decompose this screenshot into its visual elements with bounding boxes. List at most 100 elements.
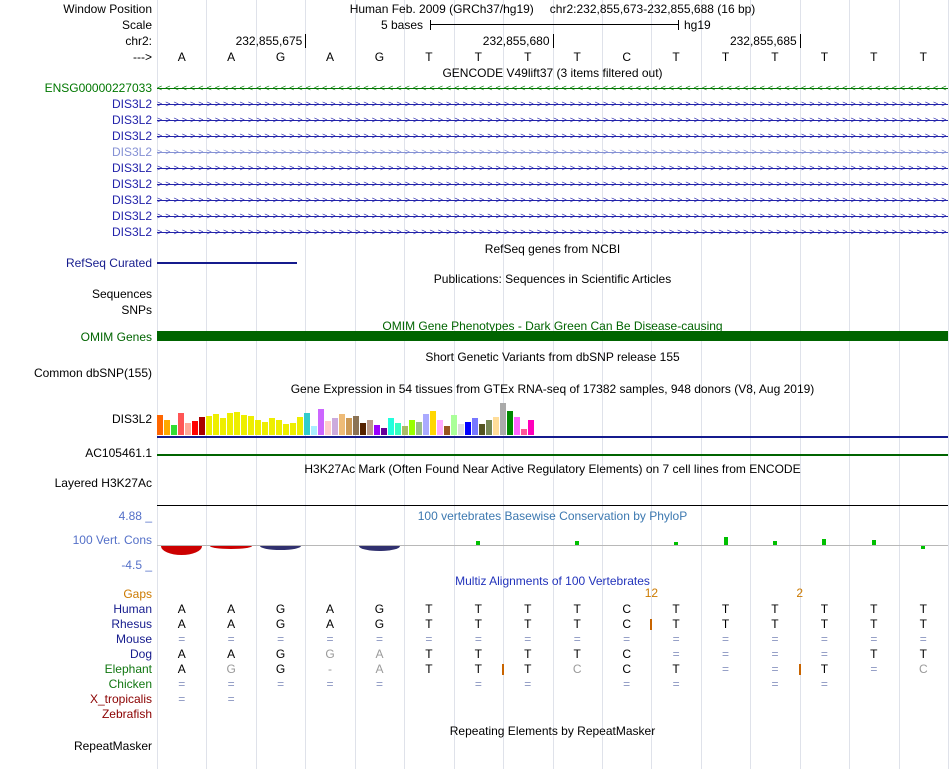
gene-track-label[interactable]: DIS3L2 [0, 224, 152, 240]
alignment-base: T [474, 662, 483, 676]
alignment-base: T [524, 647, 532, 661]
gene-model-row[interactable]: >>>>>>>>>>>>>>>>>>>>>>>>>>>>>>>>>>>>>>>>… [157, 208, 948, 224]
ac105461-item[interactable] [157, 454, 948, 456]
gene-track-label[interactable]: DIS3L2 [0, 176, 152, 192]
alignment-insert-tick [502, 664, 505, 675]
alignment-base: = [178, 677, 186, 691]
sequence-base: T [721, 50, 730, 64]
sequence-base: T [672, 50, 680, 64]
gene-model-row[interactable]: >>>>>>>>>>>>>>>>>>>>>>>>>>>>>>>>>>>>>>>>… [157, 192, 948, 208]
conservation-label[interactable]: 100 Vert. Cons [0, 532, 152, 548]
gene-model-row[interactable]: >>>>>>>>>>>>>>>>>>>>>>>>>>>>>>>>>>>>>>>>… [157, 176, 948, 192]
gene-track-label[interactable]: DIS3L2 [0, 192, 152, 208]
species-label-x_tropicalis[interactable]: X_tropicalis [0, 692, 152, 707]
alignment-base: T [721, 617, 730, 631]
omim-genes-label[interactable]: OMIM Genes [0, 329, 152, 345]
gtex-tissue-bar [248, 416, 254, 435]
sequence-base: T [870, 50, 878, 64]
alignment-base: G [275, 647, 286, 661]
gene-model-row[interactable]: >>>>>>>>>>>>>>>>>>>>>>>>>>>>>>>>>>>>>>>>… [157, 128, 948, 144]
gtex-tissue-bar [206, 416, 212, 435]
gtex-tissue-bar [227, 413, 233, 435]
gene-track-label[interactable]: ENSG00000227033 [0, 80, 152, 96]
right-strand-chevrons: >>>>>>>>>>>>>>>>>>>>>>>>>>>>>>>>>>>>>>>>… [157, 195, 948, 205]
conservation-positive-bar [723, 537, 728, 545]
gtex-gene-label[interactable]: DIS3L2 [0, 411, 152, 427]
sequences-label[interactable]: Sequences [0, 286, 152, 302]
gene-track-label[interactable]: DIS3L2 [0, 160, 152, 176]
conservation-track-title[interactable]: 100 vertebrates Basewise Conservation by… [157, 508, 948, 524]
alignment-base: T [524, 602, 532, 616]
multiz-track-title[interactable]: Multiz Alignments of 100 Vertebrates [157, 573, 948, 589]
repeatmasker-track-title[interactable]: Repeating Elements by RepeatMasker [157, 723, 948, 739]
gtex-tissue-bar [290, 423, 296, 435]
right-strand-chevrons: >>>>>>>>>>>>>>>>>>>>>>>>>>>>>>>>>>>>>>>>… [157, 115, 948, 125]
layered-h3k27ac-label[interactable]: Layered H3K27Ac [0, 475, 152, 491]
sequence-base: T [771, 50, 779, 64]
gtex-tissue-bar [479, 424, 485, 435]
species-label-dog[interactable]: Dog [0, 647, 152, 662]
species-label-mouse[interactable]: Mouse [0, 632, 152, 647]
alignment-base: = [870, 632, 878, 646]
species-label-rhesus[interactable]: Rhesus [0, 617, 152, 632]
snps-label[interactable]: SNPs [0, 302, 152, 318]
dbsnp-label[interactable]: Common dbSNP(155) [0, 365, 152, 381]
omim-gene-item[interactable] [157, 331, 948, 341]
alignment-base: T [721, 602, 730, 616]
scale-label: Scale [121, 18, 152, 32]
species-label-human[interactable]: Human [0, 602, 152, 617]
alignment-base: = [227, 632, 235, 646]
gtex-tissue-bar [346, 418, 352, 435]
gtex-tissue-bar [500, 403, 506, 435]
gene-model-row[interactable]: >>>>>>>>>>>>>>>>>>>>>>>>>>>>>>>>>>>>>>>>… [157, 96, 948, 112]
alignment-base: = [524, 677, 532, 691]
alignment-base: A [177, 647, 186, 661]
refseq-track-title[interactable]: RefSeq genes from NCBI [157, 241, 948, 257]
gtex-tissue-bar [318, 409, 324, 435]
conservation-positive-bar [822, 539, 827, 545]
refseq-curated-label[interactable]: RefSeq Curated [0, 255, 152, 271]
gene-model-row[interactable]: >>>>>>>>>>>>>>>>>>>>>>>>>>>>>>>>>>>>>>>>… [157, 144, 948, 160]
gtex-track-title[interactable]: Gene Expression in 54 tissues from GTEx … [157, 381, 948, 397]
alignment-base: = [672, 632, 680, 646]
species-label-elephant[interactable]: Elephant [0, 662, 152, 677]
sequence-base: A [177, 50, 186, 64]
gtex-tissue-bar [339, 414, 345, 435]
gtex-tissue-bar [220, 418, 226, 435]
species-label-zebrafish[interactable]: Zebrafish [0, 707, 152, 722]
alignment-base: = [425, 632, 433, 646]
gene-track-label[interactable]: DIS3L2 [0, 208, 152, 224]
gtex-gene-model-line[interactable] [157, 436, 948, 438]
alignment-base: = [722, 662, 730, 676]
gene-model-row[interactable]: >>>>>>>>>>>>>>>>>>>>>>>>>>>>>>>>>>>>>>>>… [157, 112, 948, 128]
h3k27ac-track-title[interactable]: H3K27Ac Mark (Often Found Near Active Re… [157, 461, 948, 477]
gene-model-row[interactable]: <<<<<<<<<<<<<<<<<<<<<<<<<<<<<<<<<<<<<<<<… [157, 80, 948, 96]
gene-model-row[interactable]: >>>>>>>>>>>>>>>>>>>>>>>>>>>>>>>>>>>>>>>>… [157, 224, 948, 240]
gencode-track-title[interactable]: GENCODE V49lift37 (3 items filtered out) [157, 65, 948, 81]
alignment-insert-tick [650, 619, 653, 630]
alignment-base: G [374, 617, 385, 631]
alignment-base: C [918, 662, 928, 676]
dbsnp-track-title[interactable]: Short Genetic Variants from dbSNP releas… [157, 349, 948, 365]
repeatmasker-label[interactable]: RepeatMasker [0, 738, 152, 754]
gtex-tissue-bar [416, 422, 422, 435]
alignment-base: T [672, 602, 680, 616]
window-position-label: Window Position [63, 2, 152, 16]
gtex-tissue-bar [241, 415, 247, 435]
alignment-base: = [524, 632, 532, 646]
alignment-base: = [623, 677, 631, 691]
gtex-tissue-bar [304, 413, 310, 435]
gene-track-label[interactable]: DIS3L2 [0, 128, 152, 144]
ac105461-label[interactable]: AC105461.1 [0, 445, 152, 461]
alignment-base: A [375, 662, 384, 676]
ruler-coordinate: 232,855,680 [482, 34, 550, 48]
species-label-chicken[interactable]: Chicken [0, 677, 152, 692]
gene-track-label[interactable]: DIS3L2 [0, 96, 152, 112]
gene-track-label[interactable]: DIS3L2 [0, 144, 152, 160]
gtex-expression-plot[interactable] [157, 400, 948, 436]
conservation-positive-bar [921, 546, 926, 549]
gene-track-label[interactable]: DIS3L2 [0, 112, 152, 128]
publications-track-title[interactable]: Publications: Sequences in Scientific Ar… [157, 271, 948, 287]
refseq-curated-item[interactable] [157, 262, 297, 264]
gene-model-row[interactable]: >>>>>>>>>>>>>>>>>>>>>>>>>>>>>>>>>>>>>>>>… [157, 160, 948, 176]
